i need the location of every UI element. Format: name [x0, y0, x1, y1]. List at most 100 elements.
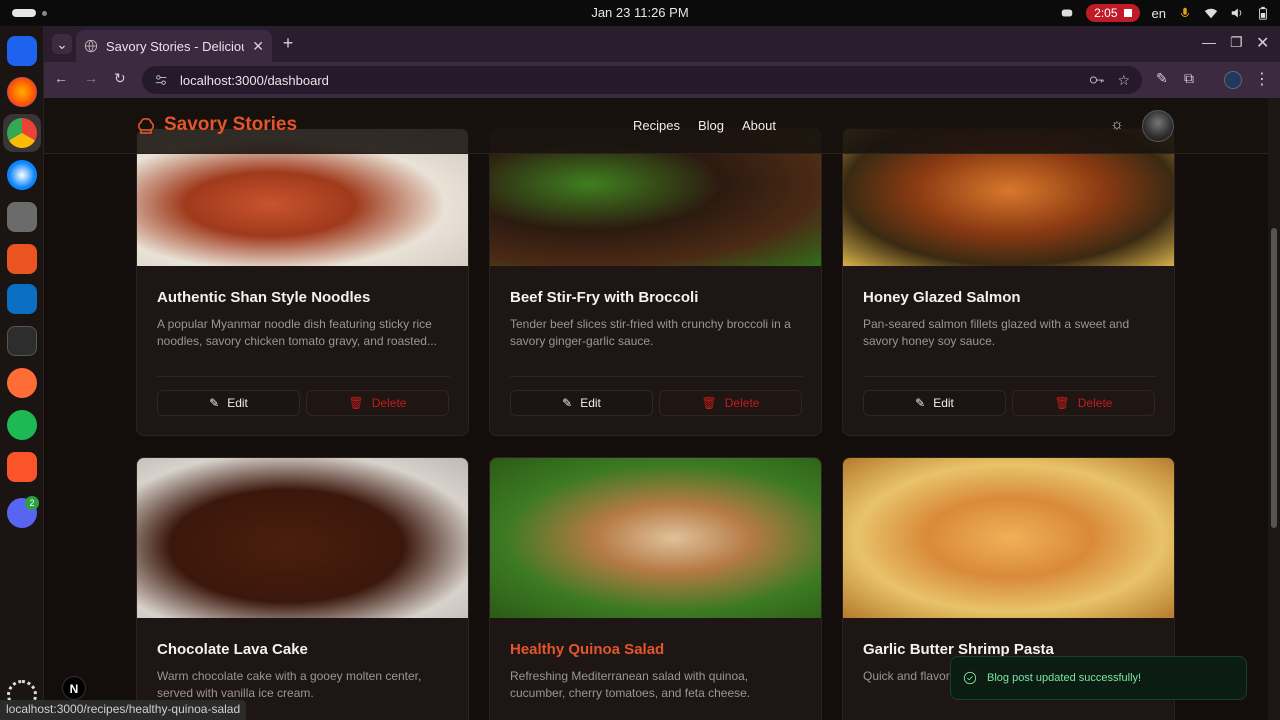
success-toast: Blog post updated successfully!: [950, 656, 1247, 700]
recipe-description: Tender beef slices stir-fried with crunc…: [510, 317, 791, 348]
recipe-image-quinoa-salad[interactable]: [490, 458, 821, 618]
recipe-description: Refreshing Mediterranean salad with quin…: [510, 669, 751, 700]
spotify-icon[interactable]: [7, 410, 37, 440]
site-header: Savory Stories Recipes Blog About ☼: [44, 98, 1268, 154]
trash-icon: 🗑: [701, 396, 717, 410]
wifi-icon[interactable]: [1204, 6, 1218, 20]
pencil-icon: ✎: [915, 396, 926, 410]
card-divider: [157, 376, 450, 377]
tab-search-button[interactable]: ⌄: [52, 34, 72, 54]
recipe-title-hovered[interactable]: Healthy Quinoa Salad: [510, 641, 664, 658]
recipe-image-shrimp-pasta[interactable]: [843, 458, 1174, 618]
chrome-icon[interactable]: [7, 118, 37, 148]
edit-button[interactable]: ✎ Edit: [863, 390, 1006, 416]
recipe-card[interactable]: Beef Stir-Fry with Broccoli Tender beef …: [489, 128, 822, 436]
brand-name: Savory Stories: [164, 114, 298, 135]
recipe-title[interactable]: Authentic Shan Style Noodles: [157, 289, 370, 306]
check-circle-icon: [963, 671, 977, 685]
card-divider: [510, 376, 803, 377]
card-divider: [863, 376, 1156, 377]
globe-icon: [84, 39, 98, 53]
nav-about[interactable]: About: [742, 118, 776, 133]
new-tab-button[interactable]: +: [278, 34, 298, 54]
files-icon[interactable]: [7, 202, 37, 232]
close-tab-icon[interactable]: ✕: [252, 38, 264, 55]
edit-button[interactable]: ✎ Edit: [157, 390, 300, 416]
scrollbar-thumb[interactable]: [1271, 228, 1277, 528]
recording-time: 2:05: [1094, 6, 1118, 20]
page-scrollbar[interactable]: [1268, 98, 1280, 720]
recipe-description: Warm chocolate cake with a gooey molten …: [157, 669, 422, 700]
chrome-menu-icon[interactable]: ⋮: [1254, 69, 1270, 89]
discord-notification-badge: 2: [25, 496, 39, 510]
microphone-icon[interactable]: [1178, 6, 1192, 20]
toast-message: Blog post updated successfully!: [987, 672, 1142, 684]
back-button[interactable]: ←: [54, 70, 68, 86]
close-window-button[interactable]: ✕: [1256, 33, 1269, 53]
docker-icon[interactable]: [7, 36, 37, 66]
tab-title: Savory Stories - Delicious: [106, 38, 245, 54]
password-key-icon[interactable]: [1089, 73, 1105, 87]
recipe-description: A popular Myanmar noodle dish featuring …: [157, 317, 437, 348]
bookmark-star-icon[interactable]: ☆: [1117, 72, 1130, 89]
delete-label: Delete: [1077, 396, 1113, 410]
terminal-icon[interactable]: [7, 326, 37, 356]
recipe-image-lava-cake[interactable]: [137, 458, 468, 618]
system-tray: 2:05 en: [1060, 3, 1270, 23]
browser-tab-strip: ⌄ Savory Stories - Delicious ✕ + — ❐ ✕: [44, 26, 1280, 62]
postman-icon[interactable]: [7, 368, 37, 398]
recipe-title[interactable]: Chocolate Lava Cake: [157, 641, 308, 658]
dock: 2: [0, 26, 44, 720]
reload-button[interactable]: ↻: [114, 70, 126, 87]
delete-button[interactable]: 🗑 Delete: [659, 390, 802, 416]
recipe-title[interactable]: Beef Stir-Fry with Broccoli: [510, 289, 698, 306]
firefox-icon[interactable]: [7, 77, 37, 107]
recipe-description: Pan-seared salmon fillets glazed with a …: [863, 317, 1130, 348]
recipe-card[interactable]: Chocolate Lava Cake Warm chocolate cake …: [136, 457, 469, 720]
site-info-icon[interactable]: [154, 73, 168, 87]
battery-icon[interactable]: [1256, 6, 1270, 20]
delete-label: Delete: [724, 396, 760, 410]
delete-label: Delete: [371, 396, 407, 410]
recipe-card[interactable]: Healthy Quinoa Salad Refreshing Mediterr…: [489, 457, 822, 720]
nav-recipes[interactable]: Recipes: [633, 118, 680, 133]
vscode-icon[interactable]: [7, 284, 37, 314]
edit-label: Edit: [580, 396, 601, 410]
profile-avatar[interactable]: [1224, 71, 1242, 89]
stop-icon: [1123, 9, 1132, 17]
edit-label: Edit: [227, 396, 248, 410]
volume-icon[interactable]: [1230, 6, 1244, 20]
url-text: localhost:3000/dashboard: [180, 72, 329, 88]
system-top-bar: Jan 23 11:26 PM 2:05 en: [0, 0, 1280, 26]
user-avatar[interactable]: [1142, 110, 1174, 142]
discord-tray-icon[interactable]: [1060, 6, 1074, 20]
language-indicator[interactable]: en: [1152, 6, 1166, 21]
minimize-button[interactable]: —: [1202, 34, 1216, 50]
recipe-card[interactable]: Authentic Shan Style Noodles A popular M…: [136, 128, 469, 436]
nav-blog[interactable]: Blog: [698, 118, 724, 133]
trash-icon: 🗑: [1054, 396, 1070, 410]
screen-recording-indicator[interactable]: 2:05: [1086, 4, 1140, 22]
delete-button[interactable]: 🗑 Delete: [1012, 390, 1155, 416]
extensions-puzzle-icon[interactable]: ⧉: [1184, 70, 1194, 87]
eyedropper-extension-icon[interactable]: ✎: [1156, 70, 1168, 87]
delete-button[interactable]: 🗑 Delete: [306, 390, 449, 416]
link-status-bar: localhost:3000/recipes/healthy-quinoa-sa…: [0, 700, 247, 720]
brave-icon[interactable]: [7, 452, 37, 482]
pencil-icon: ✎: [562, 396, 573, 410]
recipe-card[interactable]: Honey Glazed Salmon Pan-seared salmon fi…: [842, 128, 1175, 436]
app-center-icon[interactable]: [7, 244, 37, 274]
pencil-icon: ✎: [209, 396, 220, 410]
active-tab[interactable]: Savory Stories - Delicious ✕: [76, 30, 272, 62]
address-bar[interactable]: localhost:3000/dashboard ☆: [142, 66, 1142, 94]
site-logo[interactable]: Savory Stories: [136, 114, 297, 136]
thunderbird-icon[interactable]: [7, 160, 37, 190]
forward-button[interactable]: →: [84, 70, 98, 86]
edit-button[interactable]: ✎ Edit: [510, 390, 653, 416]
chef-hat-icon: [138, 118, 154, 134]
trash-icon: 🗑: [348, 396, 364, 410]
nextjs-dev-indicator[interactable]: N: [62, 676, 86, 700]
maximize-button[interactable]: ❐: [1230, 34, 1243, 51]
recipe-title[interactable]: Honey Glazed Salmon: [863, 289, 1021, 306]
theme-toggle-sun-icon[interactable]: ☼: [1108, 116, 1126, 134]
